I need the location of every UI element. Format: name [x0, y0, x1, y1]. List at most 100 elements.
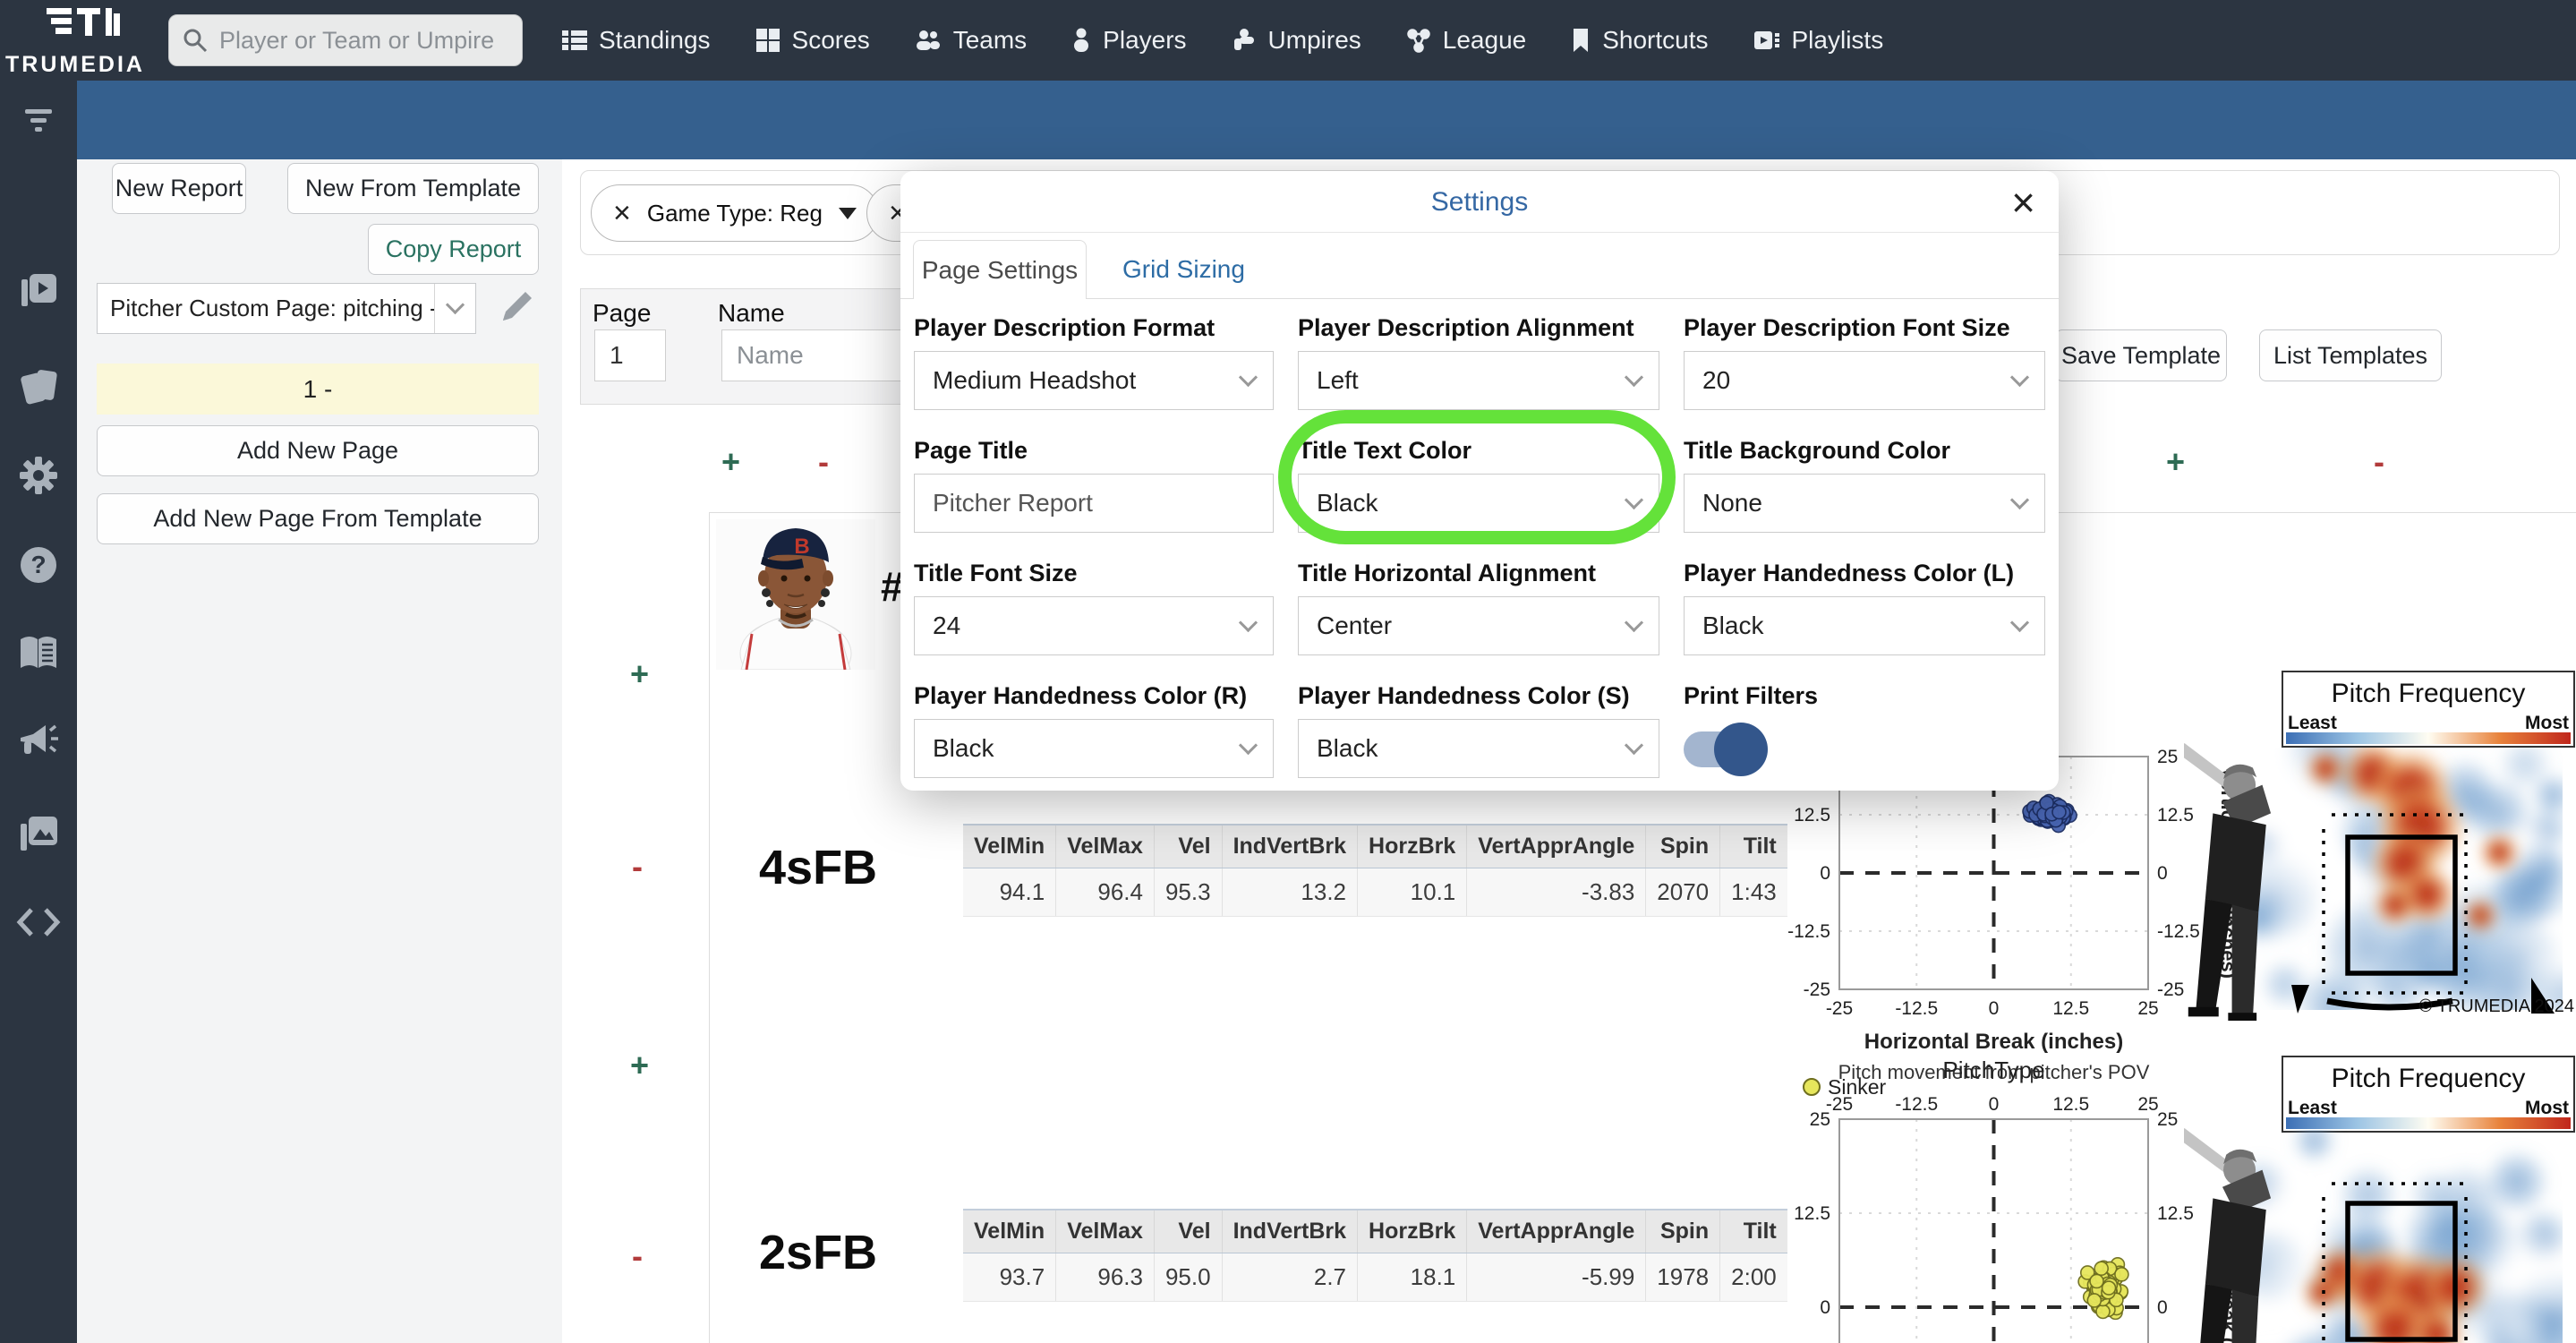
trumedia-logo[interactable]: TRUMEDIA	[0, 3, 150, 78]
add-grid-row-button[interactable]: +	[630, 658, 649, 690]
image-gallery-icon[interactable]	[17, 813, 60, 854]
filter-chip-game-type[interactable]: × Game Type: Reg	[591, 184, 879, 242]
player-handedness-color-s-select[interactable]: Black	[1298, 719, 1659, 778]
nav-label: Standings	[599, 26, 711, 54]
announcements-megaphone-icon[interactable]	[17, 723, 60, 765]
svg-text:12.5: 12.5	[2052, 998, 2089, 1019]
svg-text:25: 25	[2157, 1109, 2178, 1130]
remove-column-button[interactable]: -	[2374, 446, 2384, 478]
nav-umpires[interactable]: Umpires	[1232, 26, 1361, 55]
help-icon[interactable]: ?	[18, 544, 59, 586]
title-font-size-select[interactable]: 24	[914, 596, 1274, 655]
report-select[interactable]: Pitcher Custom Page: pitching -...	[97, 283, 476, 334]
nav-label: Playlists	[1791, 26, 1884, 54]
stat-value: -5.99	[1466, 1253, 1646, 1302]
player-headshot: B	[716, 519, 875, 670]
close-icon[interactable]: ×	[2011, 178, 2035, 227]
umpires-icon	[1233, 29, 1254, 50]
svg-text:-25: -25	[2157, 979, 2184, 1000]
global-search[interactable]	[168, 14, 523, 66]
playlists-icon	[1753, 31, 1779, 49]
add-column-button[interactable]: +	[2166, 446, 2185, 478]
print-filters-toggle[interactable]	[1684, 723, 1768, 776]
nav-label: Umpires	[1267, 26, 1361, 54]
chevron-down-icon	[1238, 735, 1258, 755]
field-title-horizontal-alignment: Title Horizontal Alignment Center	[1298, 552, 1659, 675]
nav-shortcuts[interactable]: Shortcuts	[1571, 26, 1709, 55]
remove-grid-row-button[interactable]: -	[632, 1240, 643, 1272]
nav-scores[interactable]: Scores	[755, 26, 870, 55]
gear-icon[interactable]	[18, 455, 59, 496]
stat-column-header: VelMax	[1055, 1209, 1155, 1253]
select-value: 24	[933, 612, 961, 639]
page-list-item[interactable]: 1 -	[97, 364, 539, 415]
player-description-alignment-select[interactable]: Left	[1298, 351, 1659, 410]
video-playlist-icon[interactable]	[18, 269, 59, 310]
embed-code-icon[interactable]	[15, 906, 62, 938]
add-new-page-from-template-button[interactable]: Add New Page From Template	[97, 493, 539, 544]
shortcuts-icon	[1574, 29, 1589, 52]
select-value: Left	[1317, 366, 1359, 394]
field-player-description-font-size: Player Description Font Size 20	[1684, 307, 2045, 430]
player-description-format-select[interactable]: Medium Headshot	[914, 351, 1274, 410]
stat-column-header: HorzBrk	[1357, 1209, 1467, 1253]
pitch-movement-chart: -25-25-25-12.5-12.5-12.500012.512.512.52…	[1794, 1056, 2238, 1343]
remove-row-button[interactable]: -	[818, 446, 829, 478]
svg-text:Pitch Frequency: Pitch Frequency	[2332, 679, 2526, 708]
add-grid-row-button[interactable]: +	[630, 1049, 649, 1082]
remove-filter-icon[interactable]: ×	[613, 198, 631, 228]
list-templates-button[interactable]: List Templates	[2259, 329, 2442, 381]
players-icon	[1074, 28, 1089, 52]
filter-icon[interactable]	[19, 106, 58, 136]
brand-name: TRUMEDIA	[5, 52, 145, 77]
nav-league[interactable]: League	[1406, 26, 1526, 55]
svg-text:PitchType: PitchType	[1942, 1056, 2044, 1083]
nav-label: League	[1442, 26, 1527, 54]
edit-pencil-icon[interactable]	[498, 288, 535, 326]
stat-column-header: VelMin	[963, 1209, 1056, 1253]
nav-teams[interactable]: Teams	[915, 26, 1027, 55]
chevron-down-icon	[1238, 612, 1258, 632]
chevron-down-icon	[1624, 612, 1644, 632]
select-value: Black	[933, 734, 994, 762]
stat-value: 13.2	[1221, 868, 1358, 917]
stat-value: 2070	[1645, 868, 1720, 917]
nav-playlists[interactable]: Playlists	[1753, 26, 1884, 55]
modal-title: Settings	[1430, 187, 1529, 217]
pitch-row-label: 2sFB	[759, 1226, 878, 1279]
glossary-book-icon[interactable]	[17, 634, 60, 672]
copy-report-button[interactable]: Copy Report	[368, 224, 539, 275]
nav-items: Standings Scores Teams Players Umpires L…	[562, 26, 1883, 55]
field-title-font-size: Title Font Size 24	[914, 552, 1274, 675]
player-description-font-size-select[interactable]: 20	[1684, 351, 2045, 410]
nav-standings[interactable]: Standings	[562, 26, 711, 55]
save-template-button[interactable]: Save Template	[2055, 329, 2227, 381]
tab-grid-sizing[interactable]: Grid Sizing	[1122, 255, 1245, 284]
add-new-page-button[interactable]: Add New Page	[97, 425, 539, 476]
svg-text:25: 25	[2137, 1094, 2158, 1115]
page-title-input[interactable]	[914, 474, 1274, 533]
svg-text:12.5: 12.5	[2052, 1094, 2089, 1115]
tab-page-settings[interactable]: Page Settings	[913, 240, 1087, 299]
page-number-input[interactable]	[594, 329, 666, 381]
report-cards-icon[interactable]	[18, 365, 59, 406]
player-handedness-color-r-select[interactable]: Black	[914, 719, 1274, 778]
search-input[interactable]	[219, 26, 509, 55]
select-value: 20	[1702, 366, 1731, 394]
new-report-button[interactable]: New Report	[112, 163, 246, 214]
standings-icon	[562, 30, 587, 50]
player-handedness-color-l-select[interactable]: Black	[1684, 596, 2045, 655]
nav-players[interactable]: Players	[1071, 26, 1187, 55]
chevron-down-icon	[2009, 612, 2030, 632]
title-background-color-select[interactable]: None	[1684, 474, 2045, 533]
field-player-description-format: Player Description Format Medium Headsho…	[914, 307, 1274, 430]
new-from-template-button[interactable]: New From Template	[287, 163, 539, 214]
add-row-button[interactable]: +	[721, 446, 740, 478]
search-icon	[183, 29, 208, 53]
svg-text:B: B	[794, 535, 809, 559]
title-text-color-select[interactable]: Black	[1298, 474, 1659, 533]
svg-text:-25: -25	[1804, 979, 1830, 1000]
remove-grid-row-button[interactable]: -	[632, 851, 643, 883]
svg-text:12.5: 12.5	[1794, 1203, 1830, 1224]
title-horizontal-alignment-select[interactable]: Center	[1298, 596, 1659, 655]
